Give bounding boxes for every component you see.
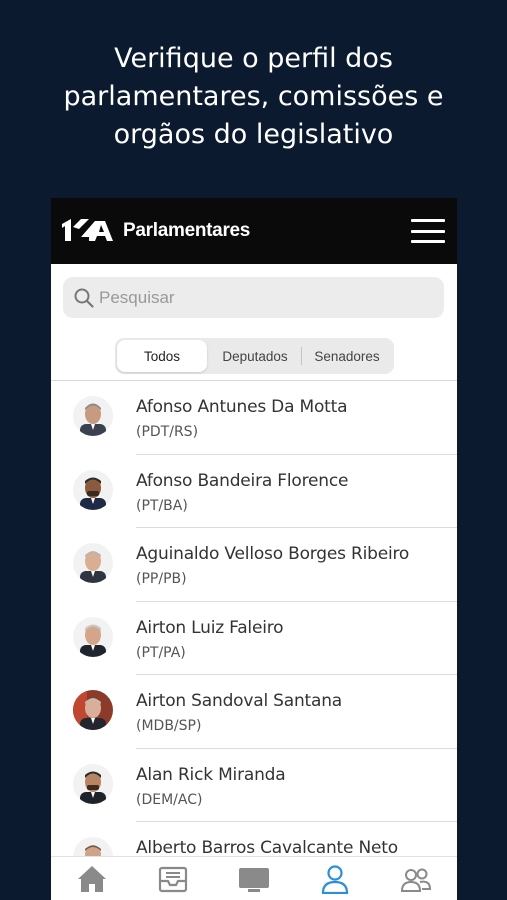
list-item[interactable]: Aguinaldo Velloso Borges Ribeiro (PP/PB) — [51, 528, 457, 602]
member-name: Afonso Bandeira Florence — [136, 470, 349, 491]
tab-parlamentares[interactable] — [315, 861, 355, 897]
avatar — [73, 543, 113, 583]
search-icon — [74, 288, 94, 308]
page-title: Parlamentares — [123, 220, 251, 241]
headline-line-2: parlamentares, comissões e — [63, 81, 444, 112]
member-name: Airton Sandoval Santana — [136, 691, 343, 711]
list-item[interactable]: Airton Sandoval Santana (MDB/SP) — [51, 675, 457, 749]
avatar — [73, 616, 113, 657]
segment-senadores[interactable]: Senadores — [302, 340, 392, 372]
home-icon — [77, 865, 106, 892]
segment-todos[interactable]: Todos — [117, 340, 207, 372]
list-item[interactable]: Afonso Antunes Da Motta (PDT/RS) — [51, 381, 457, 455]
filter-segmented-control: Todos Deputados Senadores — [115, 338, 394, 374]
avatar — [73, 469, 113, 510]
list-item[interactable]: Afonso Bandeira Florence (PT/BA) — [51, 455, 457, 528]
members-list: Afonso Antunes Da Motta (PDT/RS) Afonso … — [51, 380, 457, 896]
bottom-tab-bar — [51, 856, 457, 900]
tab-inbox[interactable] — [153, 861, 193, 897]
member-party: (PT/BA) — [136, 497, 188, 514]
avatar — [73, 690, 113, 730]
people-icon — [401, 868, 432, 892]
hamburger-menu-icon[interactable] — [411, 219, 445, 243]
member-party: (MDB/SP) — [136, 718, 202, 734]
tab-comissoes[interactable] — [396, 861, 436, 897]
person-icon — [322, 864, 349, 894]
member-party: (PT/PA) — [136, 644, 186, 661]
search-bar[interactable] — [63, 277, 444, 318]
inbox-icon — [158, 866, 187, 892]
list-item[interactable]: Alan Rick Miranda (DEM/AC) — [51, 749, 457, 822]
promo-headline: Verifique o perfil dos parlamentares, co… — [0, 40, 507, 154]
segment-deputados[interactable]: Deputados — [209, 340, 301, 372]
headline-line-1: Verifique o perfil dos — [114, 43, 393, 74]
tab-home[interactable] — [72, 861, 112, 897]
member-party: (DEM/AC) — [136, 791, 203, 808]
tv-icon — [238, 867, 269, 892]
headline-line-3: orgãos do legislativo — [113, 119, 394, 150]
avatar — [73, 396, 113, 436]
member-party: (PP/PB) — [136, 571, 187, 587]
member-name: Alberto Barros Cavalcante Neto — [136, 838, 398, 858]
member-name: Afonso Antunes Da Motta — [136, 397, 348, 417]
search-input[interactable] — [99, 287, 419, 308]
tab-tv[interactable] — [234, 861, 274, 897]
member-name: Alan Rick Miranda — [136, 764, 286, 785]
app-logo-icon — [62, 219, 113, 241]
app-screen: Parlamentares Todos Deputados Senadores … — [51, 198, 457, 900]
app-bar: Parlamentares — [51, 198, 457, 264]
member-name: Aguinaldo Velloso Borges Ribeiro — [136, 544, 410, 564]
avatar — [73, 763, 113, 804]
list-item[interactable]: Airton Luiz Faleiro (PT/PA) — [51, 602, 457, 675]
member-name: Airton Luiz Faleiro — [136, 617, 284, 638]
member-party: (PDT/RS) — [136, 424, 199, 440]
